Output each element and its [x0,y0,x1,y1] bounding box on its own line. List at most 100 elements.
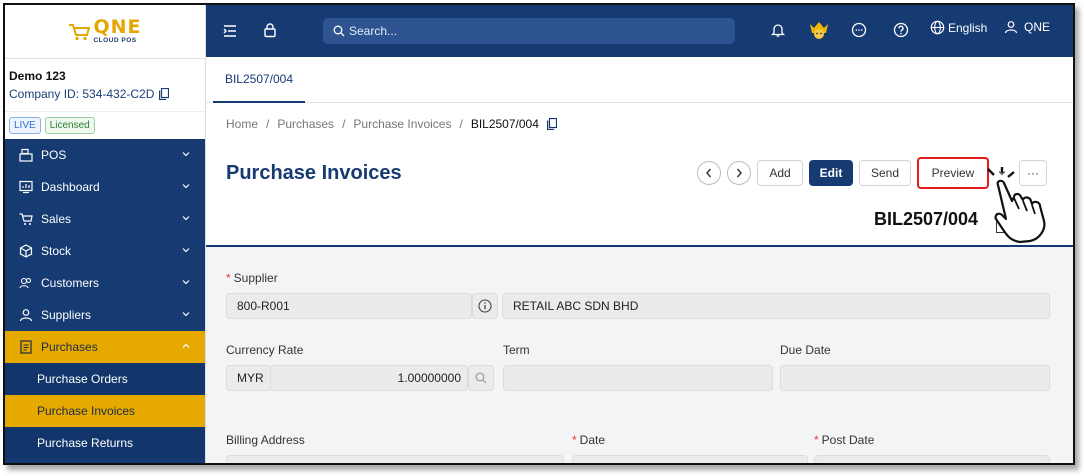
sidebar-subitem-purchase-returns[interactable]: Purchase Returns [5,427,205,459]
chat-icon[interactable] [851,22,867,38]
chevron-down-icon [182,248,190,253]
company-name: Demo 123 [9,69,66,83]
sidebar-subitem-purchase-invoices[interactable]: Purchase Invoices [5,395,205,427]
supplier-label: * Supplier [226,271,278,285]
edit-button[interactable]: Edit [809,160,853,186]
copy-icon[interactable] [159,88,170,100]
sidebar-item-pos[interactable]: POS [5,139,205,171]
search-icon [475,372,487,384]
breadcrumb-separator: / [342,117,346,131]
logo-text: QNE [93,16,142,39]
licensed-badge: Licensed [44,117,95,134]
language-selector[interactable]: English [930,20,987,35]
copy-icon[interactable] [546,118,557,130]
info-icon [478,299,492,313]
sidebar-item-label: POS [41,148,67,162]
post-date-label: * Post Date [814,433,874,447]
company-id: Company ID: 534-432-C2D [9,87,155,101]
send-button[interactable]: Send [859,160,911,186]
due-date-field[interactable] [780,365,1050,391]
term-label: Term [503,343,530,357]
invoice-form: * Supplier 800-R001 RETAIL ABC SDN BHD Cu… [206,247,1073,463]
add-button[interactable]: Add [757,160,803,186]
search-input[interactable]: Search... [323,18,735,44]
document-icon [20,340,32,354]
chevron-down-icon [182,280,190,285]
chevron-left-icon [706,168,712,178]
chevron-up-icon [182,343,190,348]
cart-icon [19,213,33,225]
user-icon [1004,21,1018,34]
breadcrumb-separator: / [459,117,463,131]
chevron-down-icon [182,152,190,157]
user-menu[interactable]: QNE [1004,20,1050,34]
supplier-name-field[interactable]: RETAIL ABC SDN BHD [502,293,1050,319]
breadcrumb-purchases[interactable]: Purchases [277,117,334,131]
sidebar-item-purchases[interactable]: Purchases [5,331,205,363]
company-info: Demo 123 Company ID: 534-432-C2D [5,59,205,111]
crown-avatar-icon[interactable] [808,20,830,40]
chevron-right-icon [736,168,742,178]
sidebar-item-stock[interactable]: Stock [5,235,205,267]
required-marker: * [572,433,577,447]
chevron-down-icon [182,216,190,221]
sidebar-item-sales[interactable]: Sales [5,203,205,235]
pointer-hand-icon [987,167,1046,243]
sidebar-item-suppliers[interactable]: Suppliers [5,299,205,331]
search-icon [333,25,345,37]
breadcrumb-home[interactable]: Home [226,117,258,131]
sidebar-item-label: Suppliers [41,308,92,322]
date-label: * Date [572,433,605,447]
document-number: BIL2507/004 [874,209,979,229]
box-icon [19,244,33,258]
bell-icon[interactable] [770,22,786,38]
supplier-label-text: Supplier [233,271,278,285]
post-date-field[interactable] [814,455,1050,463]
user-name: QNE [1024,20,1051,34]
language-label: English [948,20,988,35]
page-title: Purchase Invoices [226,162,402,184]
previous-record-button[interactable] [697,161,721,185]
search-placeholder: Search... [349,24,398,38]
main-content: BIL2507/004 Home / Purchases / Purchase … [206,57,1073,463]
breadcrumb-current: BIL2507/004 [470,117,539,131]
next-record-button[interactable] [727,161,751,185]
date-label-text: Date [579,433,606,447]
billing-address-label: Billing Address [226,433,305,447]
rate-field[interactable]: 1.00000000 [270,365,468,391]
sidebar-item-label: Dashboard [41,180,100,194]
help-icon[interactable] [893,22,909,38]
license-badges: LIVE Licensed [5,111,205,139]
sidebar-item-label: Stock [41,244,72,258]
chevron-down-icon [182,312,190,317]
breadcrumb-purchase-invoices[interactable]: Purchase Invoices [353,117,451,131]
billing-address-field[interactable] [226,455,564,463]
user-icon [19,309,33,322]
live-badge: LIVE [9,117,41,134]
supplier-info-button[interactable] [472,293,498,319]
date-field[interactable] [572,455,808,463]
sidebar-nav: POS Dashboard Sales Stock Customers Supp… [5,139,205,463]
sidebar: QNE CLOUD POS Demo 123 Company ID: 534-4… [5,5,206,463]
lock-icon[interactable] [262,22,278,38]
register-icon [19,148,33,162]
sidebar-item-customers[interactable]: Customers [5,267,205,299]
supplier-code-field[interactable]: 800-R001 [226,293,472,319]
chevron-down-icon [182,184,190,189]
currency-lookup-button[interactable] [468,365,494,391]
globe-icon [930,20,945,35]
required-marker: * [226,271,231,285]
tab-bil2507-004[interactable]: BIL2507/004 [213,57,305,103]
customers-icon [19,277,32,289]
currency-field[interactable]: MYR [226,365,272,391]
currency-rate-label: Currency Rate [226,343,304,357]
logo-subtext: CLOUD POS [93,37,137,45]
dashboard-icon [19,180,33,194]
term-field[interactable] [503,365,773,391]
required-marker: * [814,433,819,447]
due-date-label: Due Date [780,343,831,357]
logo[interactable]: QNE CLOUD POS [5,5,205,59]
menu-collapse-icon[interactable] [222,23,238,39]
sidebar-item-dashboard[interactable]: Dashboard [5,171,205,203]
sidebar-subitem-purchase-orders[interactable]: Purchase Orders [5,363,205,395]
